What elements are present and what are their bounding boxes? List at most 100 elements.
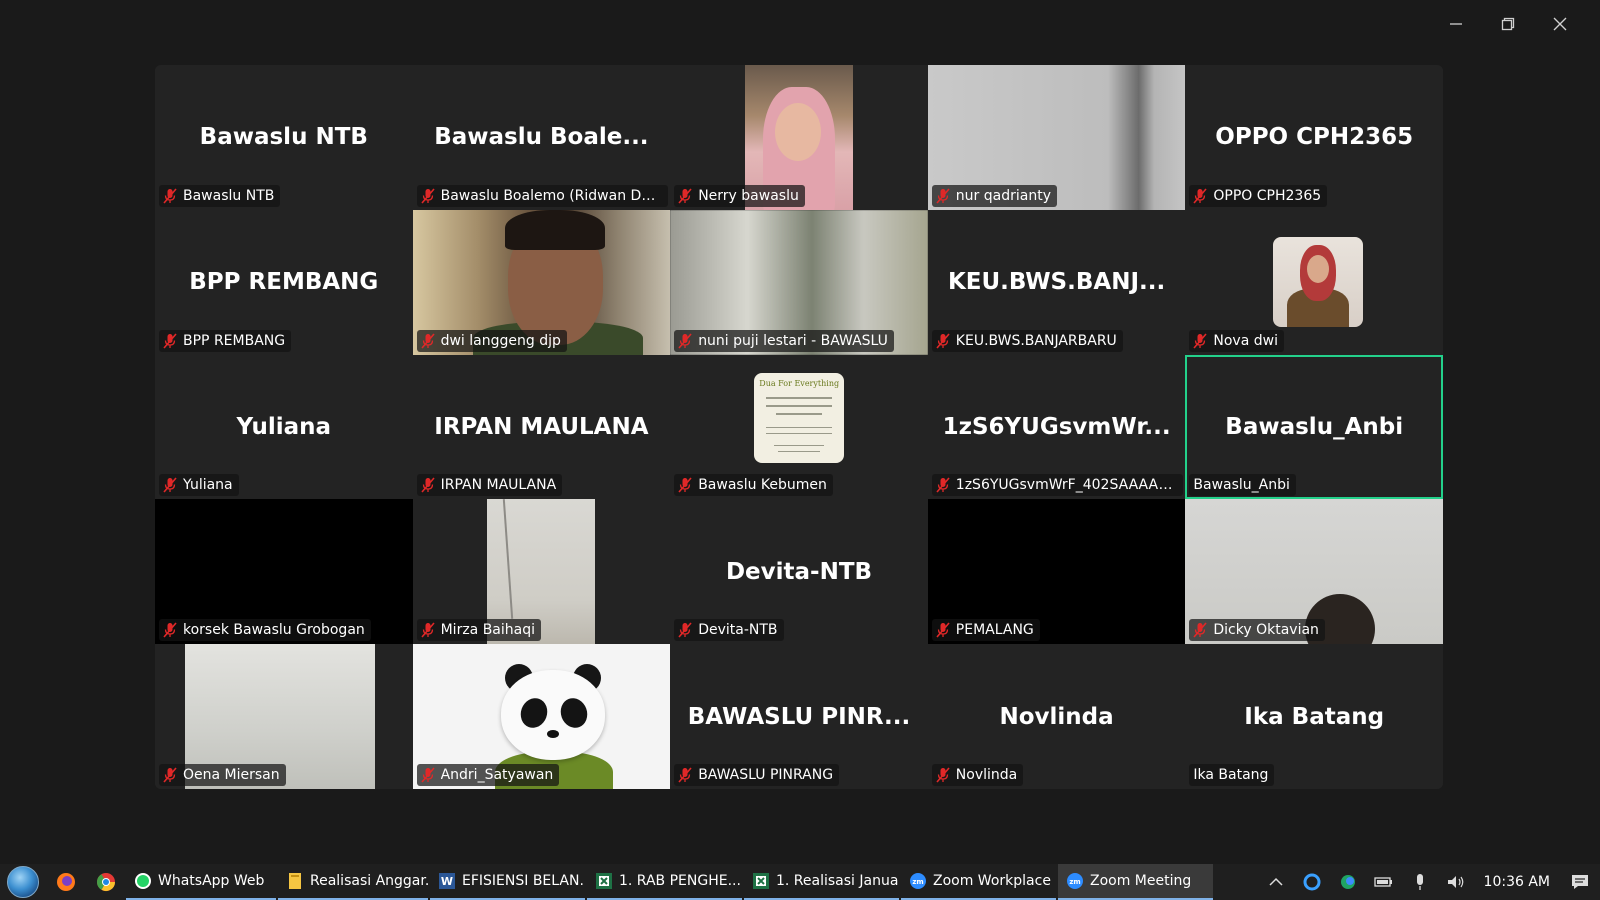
active-speaker-tile[interactable]: Bawaslu_Anbi Bawaslu_Anbi (1185, 354, 1443, 500)
mic-muted-icon (678, 767, 692, 783)
participant-tile[interactable]: Nova dwi (1185, 209, 1443, 355)
participant-name: BAWASLU PINRANG (698, 767, 834, 783)
tray-edge-button[interactable] (1330, 864, 1366, 900)
participant-tile[interactable]: Mirza Baihaqi (412, 499, 671, 645)
participant-display-name: Bawaslu NTB (199, 124, 368, 151)
restore-button[interactable] (1482, 10, 1534, 38)
participant-tile[interactable]: IRPAN MAULANA IRPAN MAULANA (412, 354, 671, 500)
firefox-quicklaunch[interactable] (46, 864, 86, 900)
taskbar-item-excel-rab[interactable]: 1. RAB PENGHE... (587, 864, 742, 900)
participant-tile[interactable]: Devita-NTB Devita-NTB (670, 499, 928, 645)
taskbar-item-word[interactable]: W EFISIENSI BELAN... (430, 864, 585, 900)
participant-name: Nerry bawaslu (698, 187, 799, 204)
taskbar-item-excel-realisasi[interactable]: 1. Realisasi Janua... (744, 864, 899, 900)
taskbar: WhatsApp Web Realisasi Anggar... W EFISI… (0, 864, 1600, 900)
participant-tile[interactable]: Oena Miersan (155, 644, 413, 789)
participant-name: dwi langgeng djp (440, 332, 561, 349)
participant-label: nur qadrianty (931, 184, 1057, 207)
taskbar-item-whatsapp[interactable]: WhatsApp Web (126, 864, 276, 900)
mic-muted-icon (936, 622, 950, 638)
participant-label: PEMALANG (931, 619, 1040, 642)
participant-name: 1zS6YUGsvmWrF_402SAAAAAB9E... (955, 477, 1178, 494)
mic-muted-icon (936, 767, 950, 783)
participant-display-name: Yuliana (236, 413, 332, 440)
participant-tile[interactable]: Bawaslu Boale... Bawaslu Boalemo (Ridwan… (412, 65, 671, 210)
participant-name: nuni puji lestari - BAWASLU (698, 332, 888, 349)
taskbar-item-zoom-meeting[interactable]: zm Zoom Meeting (1058, 864, 1213, 900)
edge-icon (1340, 875, 1355, 889)
participant-avatar (1273, 236, 1364, 327)
folder-icon (286, 872, 304, 890)
participant-name: PEMALANG (955, 622, 1034, 639)
participant-tile[interactable]: Nerry bawaslu (670, 65, 928, 210)
zoom-icon: zm (1066, 872, 1084, 890)
battery-icon (1373, 877, 1392, 887)
notification-icon (1572, 875, 1588, 889)
participant-label: OPPO CPH2365 (1189, 184, 1328, 207)
participant-label: BPP REMBANG (159, 329, 292, 352)
mic-muted-icon (163, 333, 177, 349)
participant-tile[interactable]: korsek Bawaslu Grobogan (155, 499, 413, 645)
participant-tile[interactable]: Dua For Everything Bawaslu Kebumen (670, 354, 928, 500)
start-button[interactable] (0, 864, 46, 900)
participant-name: Novlinda (955, 767, 1018, 783)
show-hidden-icons-button[interactable] (1258, 864, 1294, 900)
minimize-button[interactable] (1430, 10, 1482, 38)
participant-display-name: OPPO CPH2365 (1215, 124, 1414, 151)
restore-icon (1501, 17, 1515, 31)
close-button[interactable] (1534, 10, 1586, 38)
taskbar-item-label: EFISIENSI BELAN... (462, 873, 585, 889)
taskbar-item-zoom-workplace[interactable]: zm Zoom Workplace (901, 864, 1056, 900)
tray-app-button[interactable] (1294, 864, 1330, 900)
participant-name: IRPAN MAULANA (440, 477, 557, 494)
participant-tile[interactable]: nur qadrianty (927, 65, 1186, 210)
participant-label: IRPAN MAULANA (416, 474, 563, 497)
participant-tile[interactable]: Ika Batang Ika Batang (1185, 644, 1443, 789)
participant-tile[interactable]: OPPO CPH2365 OPPO CPH2365 (1185, 65, 1443, 210)
participant-label: Mirza Baihaqi (416, 619, 541, 642)
battery-button[interactable] (1366, 864, 1402, 900)
participant-name: Bawaslu_Anbi (1193, 477, 1290, 494)
mic-muted-icon (420, 333, 435, 349)
participant-tile[interactable]: dwi langgeng djp (412, 209, 671, 355)
participant-tile[interactable]: nuni puji lestari - BAWASLU (670, 209, 928, 355)
word-icon: W (438, 872, 456, 890)
participant-tile[interactable]: Yuliana Yuliana (155, 354, 413, 500)
participant-name: korsek Bawaslu Grobogan (183, 622, 365, 639)
participant-avatar: Dua For Everything (754, 372, 845, 463)
participant-name: Yuliana (183, 477, 233, 494)
mic-muted-icon (678, 477, 692, 493)
mic-muted-icon (163, 188, 177, 204)
participant-tile[interactable]: BAWASLU PINR... BAWASLU PINRANG (670, 644, 928, 789)
participant-display-name: Devita-NTB (725, 558, 873, 585)
participant-tile[interactable]: Dicky Oktavian (1185, 499, 1443, 645)
volume-button[interactable] (1438, 864, 1474, 900)
participant-tile[interactable]: Bawaslu NTB Bawaslu NTB (155, 65, 413, 210)
participant-name: Bawaslu Kebumen (698, 477, 827, 494)
participant-display-name: BAWASLU PINR... (687, 703, 911, 730)
participant-label: KEU.BWS.BANJARBARU (931, 329, 1123, 352)
taskbar-clock[interactable]: 10:36 AM (1474, 874, 1560, 890)
chrome-quicklaunch[interactable] (86, 864, 126, 900)
mic-muted-icon (678, 188, 692, 204)
participant-label: dwi langgeng djp (416, 329, 567, 352)
participant-tile[interactable]: Novlinda Novlinda (927, 644, 1186, 789)
svg-text:zm: zm (912, 878, 923, 886)
svg-text:zm: zm (1069, 878, 1080, 886)
excel-icon (752, 872, 770, 890)
participant-name: KEU.BWS.BANJARBARU (955, 332, 1117, 349)
participant-tile[interactable]: 1zS6YUGsvmWr... 1zS6YUGsvmWrF_402SAAAAAB… (927, 354, 1186, 500)
avatar-image-title: Dua For Everything (759, 378, 840, 388)
participant-tile[interactable]: Andri_Satyawan (412, 644, 671, 789)
close-icon (1553, 17, 1567, 31)
whatsapp-icon (134, 872, 152, 890)
svg-text:W: W (441, 875, 453, 888)
participant-display-name: Bawaslu Boale... (434, 124, 649, 151)
participant-tile[interactable]: KEU.BWS.BANJ... KEU.BWS.BANJARBARU (927, 209, 1186, 355)
microphone-button[interactable] (1402, 864, 1438, 900)
notifications-button[interactable] (1560, 864, 1600, 900)
participant-label: korsek Bawaslu Grobogan (159, 619, 371, 642)
taskbar-item-folder[interactable]: Realisasi Anggar... (278, 864, 428, 900)
participant-tile[interactable]: BPP REMBANG BPP REMBANG (155, 209, 413, 355)
participant-tile[interactable]: PEMALANG (927, 499, 1186, 645)
